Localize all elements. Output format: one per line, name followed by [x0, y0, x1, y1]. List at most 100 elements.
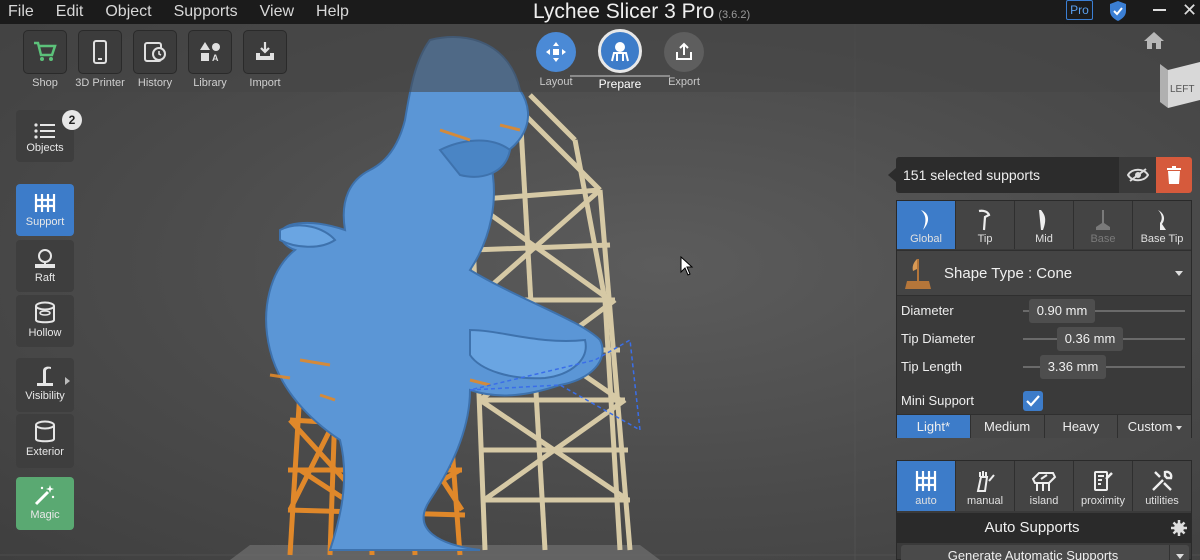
menu-file[interactable]: File: [0, 0, 45, 24]
step-layout[interactable]: Layout: [526, 32, 586, 88]
exterior-button[interactable]: Exterior: [16, 414, 74, 468]
hollow-icon: [35, 301, 55, 324]
tab-mid[interactable]: Mid: [1015, 201, 1074, 249]
tab-auto-label: auto: [915, 495, 937, 507]
shape-type-label: Shape Type : Cone: [944, 265, 1073, 282]
auto-supports-panel: auto manual island proximity utilities A…: [896, 460, 1192, 560]
menu-view[interactable]: View: [249, 0, 305, 24]
chevron-down-icon: [1175, 271, 1183, 276]
mini-support-checkbox[interactable]: [1023, 391, 1043, 411]
density-selector: Light* Medium Heavy Custom: [897, 414, 1191, 438]
app-name: Lychee Slicer 3 Pro: [533, 0, 715, 23]
menu-object[interactable]: Object: [94, 0, 162, 24]
support-person-icon: [611, 42, 629, 62]
shapes-icon: A: [200, 42, 220, 63]
tab-global[interactable]: Global: [897, 201, 956, 249]
generate-automatic-supports-button[interactable]: Generate Automatic Supports: [901, 545, 1189, 560]
tab-base[interactable]: Base: [1074, 201, 1133, 249]
cart-icon: [34, 41, 57, 61]
pro-badge[interactable]: Pro: [1066, 0, 1093, 20]
magic-label: Magic: [30, 509, 60, 521]
density-custom[interactable]: Custom: [1118, 415, 1191, 438]
hollow-button[interactable]: Hollow: [16, 295, 74, 347]
import-button[interactable]: Import: [243, 30, 287, 89]
step-export[interactable]: Export: [654, 32, 714, 88]
shield-check-icon[interactable]: [1108, 0, 1128, 22]
diameter-value[interactable]: 0.90 mm: [1029, 299, 1095, 323]
auto-support-icon: [915, 471, 937, 491]
chevron-down-icon: [1175, 425, 1182, 430]
objects-label: Objects: [26, 142, 64, 154]
shape-type-dropdown[interactable]: Shape Type : Cone: [897, 250, 1191, 296]
base-support-icon: [1096, 210, 1110, 230]
hide-selected-button[interactable]: [1119, 157, 1156, 193]
density-medium[interactable]: Medium: [970, 415, 1045, 438]
tab-manual[interactable]: manual: [956, 461, 1015, 511]
mouse-cursor-icon: [680, 256, 694, 276]
density-light[interactable]: Light*: [897, 415, 971, 438]
hollow-label: Hollow: [28, 327, 62, 339]
menu-supports[interactable]: Supports: [163, 0, 249, 24]
tab-proximity[interactable]: proximity: [1074, 461, 1133, 511]
magic-button[interactable]: Magic: [16, 477, 74, 530]
shop-button[interactable]: Shop: [23, 30, 67, 89]
raft-button[interactable]: Raft: [16, 240, 74, 292]
exterior-icon: [35, 420, 55, 443]
support-button[interactable]: Support: [16, 184, 74, 236]
density-heavy[interactable]: Heavy: [1044, 415, 1119, 438]
raft-label: Raft: [34, 272, 56, 284]
eye-off-icon: [1126, 168, 1149, 182]
close-icon[interactable]: ✕: [1182, 1, 1197, 19]
tip-length-value[interactable]: 3.36 mm: [1040, 355, 1106, 379]
visibility-label: Visibility: [25, 390, 65, 402]
3d-printer-button[interactable]: 3D Printer: [75, 30, 125, 89]
import-icon: [256, 42, 274, 60]
minimize-icon[interactable]: [1153, 9, 1166, 11]
auto-supports-header: Auto Supports: [897, 513, 1191, 543]
delete-selected-button[interactable]: [1156, 157, 1192, 193]
diameter-label: Diameter: [901, 303, 954, 318]
visibility-button[interactable]: Visibility: [16, 358, 74, 412]
step-prepare[interactable]: Prepare: [590, 29, 650, 91]
base-tip-support-icon: [1158, 210, 1166, 230]
visibility-expand-icon[interactable]: [65, 377, 70, 385]
menu-edit[interactable]: Edit: [45, 0, 95, 24]
upload-icon: [676, 42, 692, 60]
objects-count-badge: 2: [62, 110, 82, 130]
tip-length-label: Tip Length: [901, 359, 962, 374]
tip-diameter-value[interactable]: 0.36 mm: [1057, 327, 1123, 351]
tab-utilities-label: utilities: [1145, 495, 1179, 507]
checkmark-icon: [1026, 395, 1040, 407]
tab-island[interactable]: island: [1015, 461, 1074, 511]
tab-tip[interactable]: Tip: [956, 201, 1015, 249]
diameter-row: Diameter 0.90 mm: [897, 297, 1191, 325]
tab-auto[interactable]: auto: [897, 461, 956, 511]
cone-support-icon: [905, 259, 931, 289]
library-button[interactable]: A Library: [188, 30, 232, 89]
menu-help[interactable]: Help: [305, 0, 360, 24]
tip-length-row: Tip Length 3.36 mm: [897, 353, 1191, 381]
generate-options-dropdown[interactable]: [1169, 545, 1189, 560]
raft-icon: [35, 249, 55, 268]
tab-island-label: island: [1029, 495, 1059, 507]
tab-base-tip[interactable]: Base Tip: [1133, 201, 1191, 249]
tip-diameter-row: Tip Diameter 0.36 mm: [897, 325, 1191, 353]
mid-support-icon: [1039, 210, 1046, 230]
tip-support-icon: [978, 209, 991, 231]
navigation-cube[interactable]: LEFT: [1160, 50, 1200, 130]
tab-base-label: Base: [1090, 233, 1116, 245]
toolbar: Shop 3D Printer History A Library Import…: [0, 24, 1200, 92]
list-icon: [34, 123, 55, 139]
app-title: Lychee Slicer 3 Pro (3.6.2): [533, 0, 750, 27]
home-icon[interactable]: [1143, 30, 1165, 50]
tab-utilities[interactable]: utilities: [1133, 461, 1191, 511]
move-arrows-icon: [546, 42, 566, 62]
proximity-support-icon: [1094, 471, 1113, 491]
menubar: File Edit Object Supports View Help Lych…: [0, 0, 1200, 24]
tab-global-label: Global: [910, 233, 942, 245]
density-custom-label: Custom: [1127, 419, 1173, 434]
app-version: (3.6.2): [718, 9, 751, 21]
mini-support-label: Mini Support: [901, 393, 974, 408]
gear-icon[interactable]: [1171, 520, 1187, 536]
history-button[interactable]: History: [133, 30, 177, 89]
